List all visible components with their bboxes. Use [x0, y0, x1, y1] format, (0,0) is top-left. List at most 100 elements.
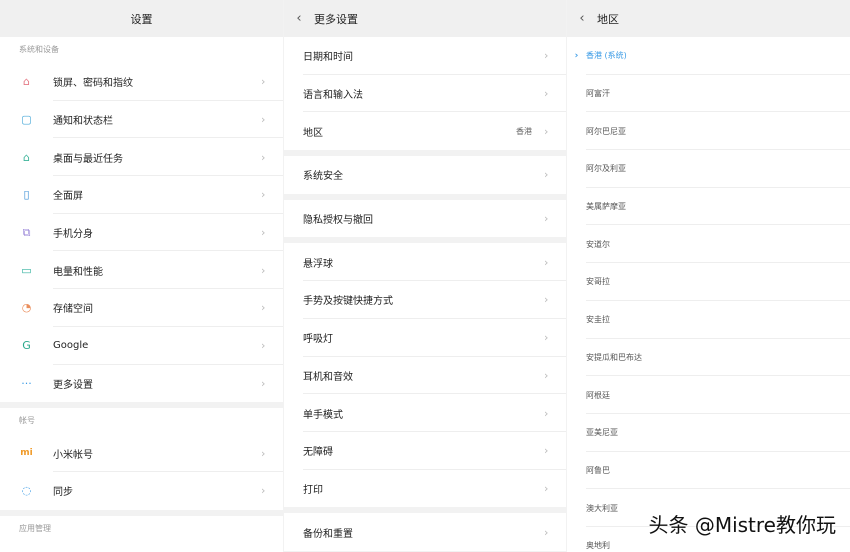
section-label: 系统和设备: [0, 37, 283, 63]
settings-group: 帐号 mi 小米帐号 › ◌ 同步 ›: [0, 408, 283, 510]
settings-group: 系统和设备 ⌂ 锁屏、密码和指纹 › ▢ 通知和状态栏 › ⌂ 桌面与最近任务 › ▯ 全面屏 › ⧉ 手机…: [0, 37, 283, 403]
chevron-right-icon: ›: [544, 49, 549, 63]
settings-item[interactable]: ⧉ 手机分身 ›: [0, 213, 283, 252]
region-item[interactable]: 亚美尼亚: [567, 413, 850, 452]
more-settings-item[interactable]: 悬浮球 ›: [284, 243, 566, 282]
chevron-right-icon: ›: [544, 212, 549, 226]
settings-item[interactable]: ▦系统应用›: [0, 541, 283, 552]
settings-item[interactable]: G Google ›: [0, 326, 283, 365]
section-label: 帐号: [0, 408, 283, 435]
more-settings-item[interactable]: 隐私授权与撤回 ›: [284, 199, 566, 238]
chevron-right-icon: ›: [261, 150, 266, 164]
mi-account-icon: mi: [20, 448, 33, 459]
settings-header: 设置: [0, 0, 283, 37]
more-settings-item[interactable]: 日期和时间 ›: [284, 37, 566, 75]
settings-item[interactable]: ▯ 全面屏 ›: [0, 176, 283, 214]
more-settings-group: 日期和时间 › 语言和输入法 › 地区 香港 ›: [284, 37, 566, 151]
settings-item-label: 存储空间: [53, 304, 93, 316]
more-settings-item[interactable]: 耳机和音效 ›: [284, 356, 566, 395]
settings-item[interactable]: ◔ 存储空间 ›: [0, 289, 283, 327]
settings-item[interactable]: ▢ 通知和状态栏 ›: [0, 100, 283, 139]
more-settings-item-label: 耳机和音效: [303, 371, 353, 383]
more-settings-item-label: 单手模式: [303, 409, 343, 421]
region-label: 阿富汗: [586, 89, 610, 99]
chevron-right-icon: ›: [261, 188, 266, 202]
notification-icon: ▢: [21, 113, 32, 127]
settings-item[interactable]: mi 小米帐号 ›: [0, 434, 283, 472]
lock-icon: ⌂: [23, 75, 30, 89]
more-settings-item[interactable]: 呼吸灯 ›: [284, 318, 566, 357]
more-settings-item-label: 备份和重置: [303, 528, 353, 540]
region-label: 安哥拉: [586, 277, 610, 287]
home-icon: ⌂: [23, 150, 30, 164]
region-label: 阿尔及利亚: [586, 164, 626, 174]
region-item[interactable]: 安提瓜和巴布达: [567, 338, 850, 377]
section-label: 应用管理: [0, 515, 283, 542]
region-label: 安圭拉: [586, 315, 610, 325]
region-panel: ‹ 地区 › 香港 (系统) 阿富汗阿尔巴尼亚阿尔及利亚美属萨摩亚安道尔安哥拉安圭拉…: [567, 0, 850, 552]
back-icon[interactable]: ‹: [567, 11, 597, 26]
settings-item[interactable]: ▭ 电量和性能 ›: [0, 251, 283, 290]
watermark: 头条 @Mistre教你玩: [648, 513, 836, 537]
chevron-right-icon: ›: [544, 124, 549, 138]
chevron-right-icon: ›: [261, 339, 266, 353]
more-settings-item-label: 呼吸灯: [303, 334, 333, 346]
more-settings-item[interactable]: 系统安全 ›: [284, 156, 566, 194]
settings-item[interactable]: ··· 更多设置 ›: [0, 364, 283, 403]
settings-item-label: 桌面与最近任务: [53, 153, 123, 165]
settings-group: 应用管理▦系统应用›: [0, 515, 283, 552]
chevron-right-icon: ›: [544, 331, 549, 345]
settings-item-label: 通知和状态栏: [53, 116, 113, 128]
more-settings-item[interactable]: 打印 ›: [284, 469, 566, 508]
chevron-right-icon: ›: [544, 525, 549, 539]
region-item[interactable]: 阿富汗: [567, 74, 850, 113]
chevron-right-icon: ›: [261, 301, 266, 315]
google-icon: G: [22, 339, 31, 353]
chevron-right-icon: ›: [261, 484, 266, 498]
settings-item-label: 电量和性能: [53, 266, 103, 278]
more-settings-group: 悬浮球 › 手势及按键快捷方式 › 呼吸灯 › 耳机和音效 › 单手模式 › 无障碍 › 打印 ›: [284, 243, 566, 508]
page-title: 更多设置: [314, 12, 358, 26]
settings-item[interactable]: ⌂ 锁屏、密码和指纹 ›: [0, 63, 283, 101]
more-settings-item[interactable]: 单手模式 ›: [284, 394, 566, 432]
more-settings-item[interactable]: 地区 香港 ›: [284, 112, 566, 151]
more-settings-panel: ‹ 更多设置 日期和时间 › 语言和输入法 › 地区 香港 › 系统安全 › 隐私授权与撤回 › 悬浮球…: [284, 0, 566, 552]
chevron-right-icon: ›: [261, 376, 266, 390]
page-title: 设置: [130, 12, 153, 26]
region-item[interactable]: 阿尔巴尼亚: [567, 112, 850, 151]
region-item[interactable]: 阿根廷: [567, 376, 850, 414]
more-settings-group: 备份和重置 ›: [284, 513, 566, 551]
settings-item-label: 更多设置: [53, 379, 93, 391]
region-item[interactable]: 安哥拉: [567, 263, 850, 301]
settings-item[interactable]: ⌂ 桌面与最近任务 ›: [0, 138, 283, 177]
more-settings-item[interactable]: 无障碍 ›: [284, 431, 566, 470]
settings-panel: 设置 系统和设备 ⌂ 锁屏、密码和指纹 › ▢ 通知和状态栏 › ⌂ 桌面与最近任务 › ▯ 全面屏 ›…: [0, 0, 283, 552]
chevron-right-icon: ›: [261, 226, 266, 240]
more-icon: ···: [21, 376, 32, 390]
more-settings-group: 系统安全 ›: [284, 156, 566, 194]
region-item[interactable]: 安圭拉: [567, 300, 850, 339]
region-label: 阿尔巴尼亚: [586, 126, 626, 136]
region-label: 安道尔: [586, 239, 610, 249]
chevron-right-icon: ›: [261, 113, 266, 127]
settings-item[interactable]: ◌ 同步 ›: [0, 471, 283, 510]
region-item[interactable]: 阿鲁巴: [567, 451, 850, 490]
more-settings-item[interactable]: 手势及按键快捷方式 ›: [284, 281, 566, 319]
region-item-selected[interactable]: › 香港 (系统): [567, 37, 850, 75]
region-item[interactable]: 安道尔: [567, 225, 850, 264]
more-settings-item[interactable]: 语言和输入法 ›: [284, 74, 566, 113]
region-item[interactable]: 美属萨摩亚: [567, 187, 850, 226]
more-settings-item-label: 日期和时间: [303, 52, 353, 64]
region-label: 香港 (系统): [586, 51, 627, 61]
region-item[interactable]: 阿尔及利亚: [567, 150, 850, 188]
region-label: 美属萨摩亚: [586, 202, 626, 212]
phone-icon: ▯: [23, 188, 30, 202]
dual-app-icon: ⧉: [22, 225, 31, 239]
more-settings-item-label: 无障碍: [303, 447, 333, 459]
selected-chevron-icon: ›: [574, 50, 579, 61]
region-label: 阿根廷: [586, 390, 610, 400]
back-icon[interactable]: ‹: [284, 11, 314, 26]
more-settings-item-label: 手势及按键快捷方式: [303, 296, 393, 308]
more-settings-item[interactable]: 备份和重置 ›: [284, 513, 566, 551]
region-header: ‹ 地区: [567, 0, 850, 37]
